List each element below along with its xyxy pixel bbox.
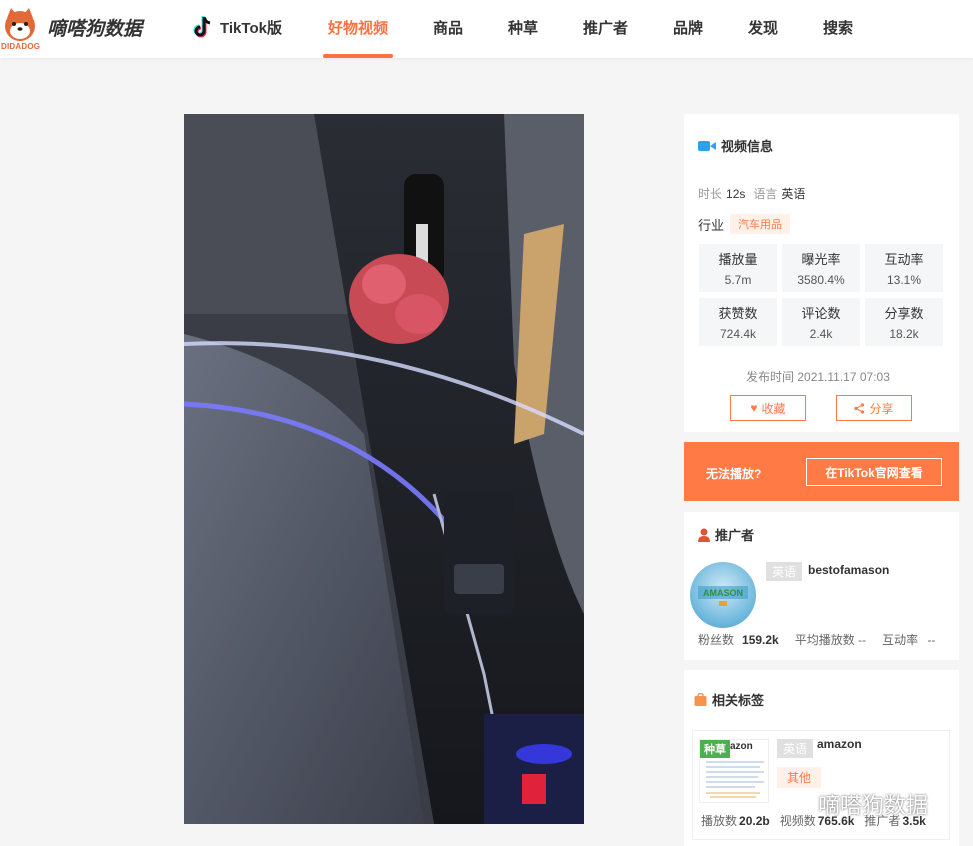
tag-thumbnail: 种草 azon <box>699 739 769 803</box>
stat-label: 曝光率 <box>801 252 841 267</box>
wechat-icon <box>782 792 811 815</box>
video-info-title: 视频信息 <box>698 136 773 155</box>
stat-label: 互动率 <box>884 252 924 267</box>
stat-value: 724.4k <box>719 327 757 341</box>
industry-row: 行业 汽车用品 <box>698 214 791 234</box>
publish-label: 发布时间 <box>746 370 795 384</box>
interaction-label: 互动率 <box>882 633 919 647</box>
cant-play-banner: 无法播放? 在TikTok官网查看 <box>684 442 959 501</box>
industry-label: 行业 <box>698 217 725 233</box>
heart-icon: ♥ <box>750 401 758 415</box>
stat-label: 评论数 <box>801 306 841 321</box>
nav-item-discover[interactable]: 发现 <box>748 17 778 38</box>
tag-language: 英语 <box>777 739 814 758</box>
tag-play-stat: 播放数 20.2b <box>701 812 770 829</box>
view-on-tiktok-button[interactable]: 在TikTok官网查看 <box>806 458 942 486</box>
avg-play-value: -- <box>858 633 867 647</box>
brand-logo[interactable]: DIDADOG 嘀嗒狗数据 <box>0 4 160 52</box>
nav-item-good-videos[interactable]: 好物视频 <box>328 17 388 38</box>
stat-likes: 获赞数 724.4k <box>699 298 777 346</box>
person-icon <box>698 528 710 542</box>
nav-item-products[interactable]: 商品 <box>433 17 463 38</box>
related-tags-title: 相关标签 <box>694 690 764 709</box>
tiktok-icon <box>193 16 211 38</box>
nav-item-search[interactable]: 搜索 <box>823 17 853 38</box>
promoter-avatar[interactable]: AMASON <box>690 562 756 628</box>
bag-icon <box>694 693 707 706</box>
share-icon <box>854 402 865 414</box>
fans-label: 粉丝数 <box>698 633 735 647</box>
stat-value: 2.4k <box>809 327 833 341</box>
nav-tiktok[interactable]: TikTok版 <box>192 14 282 40</box>
tag-play-value: 20.2b <box>739 814 770 828</box>
tag-category: 其他 <box>777 767 822 788</box>
wechat-watermark: 嘀嗒狗数据 <box>782 788 928 820</box>
cant-play-text: 无法播放? <box>706 467 762 481</box>
stat-value: 3580.4% <box>797 273 845 287</box>
video-player[interactable] <box>184 114 584 824</box>
promoter-heading: 推广者 <box>715 528 755 543</box>
avg-play-stat: 平均播放数 -- <box>795 631 866 648</box>
share-label: 分享 <box>869 401 894 416</box>
shiba-logo-icon <box>5 8 35 41</box>
nav-item-seeding[interactable]: 种草 <box>508 17 538 38</box>
stat-plays: 播放量 5.7m <box>699 244 777 292</box>
fans-stat: 粉丝数 159.2k <box>698 631 779 648</box>
share-button[interactable]: 分享 <box>836 395 912 421</box>
video-info-card: 视频信息 时长 12s 语言 英语 行业 汽车用品 播放量 5.7m 曝光率 3580… <box>684 114 959 432</box>
thumbnail-brand-text: azon <box>730 741 753 752</box>
promoter-card: 推广者 AMASON 英语 bestofamason 粉丝数 159.2k 平均播… <box>684 512 959 660</box>
seed-badge: 种草 <box>700 740 730 758</box>
stat-exposure: 曝光率 3580.4% <box>782 244 860 292</box>
top-nav: DIDADOG 嘀嗒狗数据 TikTok版 好物视频 商品 种草 推广者 品牌 … <box>0 0 973 58</box>
video-camera-icon <box>698 140 716 151</box>
tag-play-label: 播放数 <box>701 814 738 828</box>
brand-sub: DIDADOG <box>1 42 41 51</box>
stat-shares: 分享数 18.2k <box>865 298 943 346</box>
stat-value: 5.7m <box>724 273 752 287</box>
stat-value: 13.1% <box>886 273 922 287</box>
duration-value: 12s <box>726 187 746 201</box>
active-nav-indicator <box>323 54 393 58</box>
nav-item-promoters[interactable]: 推广者 <box>583 17 628 38</box>
interaction-stat: 互动率 -- <box>882 631 935 648</box>
tag-name[interactable]: amazon <box>817 737 862 751</box>
language-value: 英语 <box>781 187 806 201</box>
favorite-label: 收藏 <box>761 401 786 416</box>
duration-label: 时长 <box>698 187 723 201</box>
stat-label: 播放量 <box>718 252 758 267</box>
stat-label: 分享数 <box>884 306 924 321</box>
duration-language-line: 时长 12s 语言 英语 <box>698 185 813 202</box>
nav-tiktok-label: TikTok版 <box>220 19 282 37</box>
stat-label: 获赞数 <box>718 306 758 321</box>
video-info-heading: 视频信息 <box>721 139 774 154</box>
avatar-text: AMASON <box>703 588 743 598</box>
promoter-title: 推广者 <box>698 525 754 544</box>
stat-value: 18.2k <box>889 327 919 341</box>
brand-name: 嘀嗒狗数据 <box>47 19 143 40</box>
stat-comments: 评论数 2.4k <box>782 298 860 346</box>
promoter-name[interactable]: bestofamason <box>808 563 889 577</box>
nav-item-brands[interactable]: 品牌 <box>673 17 703 38</box>
promoter-language-tag: 英语 <box>766 562 803 581</box>
language-label: 语言 <box>753 187 778 201</box>
tag-item[interactable]: 种草 azon 英语 amazon 其他 播放数 20.2b 视频数 765.6k … <box>692 730 950 840</box>
interaction-value: -- <box>927 633 936 647</box>
avatar-image: AMASON <box>690 562 756 628</box>
stat-interaction: 互动率 13.1% <box>865 244 943 292</box>
industry-tag[interactable]: 汽车用品 <box>730 214 791 234</box>
favorite-button[interactable]: ♥ 收藏 <box>730 395 806 421</box>
video-frame-image <box>184 114 584 824</box>
watermark-text: 嘀嗒狗数据 <box>818 793 929 818</box>
avg-play-label: 平均播放数 <box>794 633 855 647</box>
related-tags-heading: 相关标签 <box>712 693 765 708</box>
promoter-stats: 粉丝数 159.2k 平均播放数 -- 互动率 -- <box>698 631 948 648</box>
video-stats-grid: 播放量 5.7m 曝光率 3580.4% 互动率 13.1% 获赞数 724.4… <box>699 244 943 346</box>
publish-time: 发布时间 2021.11.17 07:03 <box>746 368 890 385</box>
publish-value: 2021.11.17 07:03 <box>797 370 890 384</box>
fans-value: 159.2k <box>742 633 779 647</box>
